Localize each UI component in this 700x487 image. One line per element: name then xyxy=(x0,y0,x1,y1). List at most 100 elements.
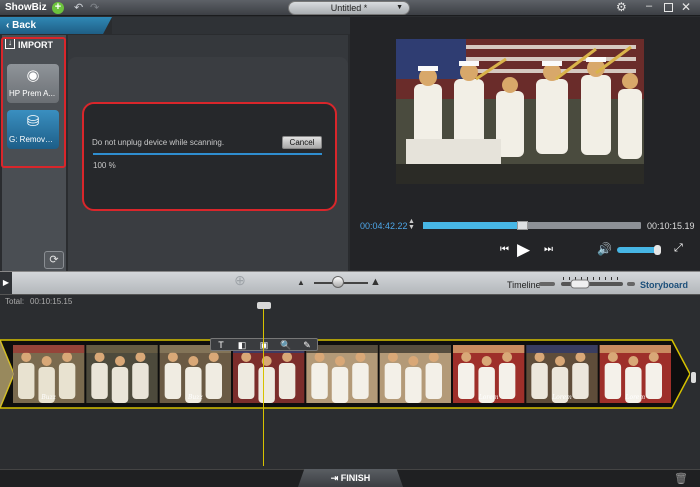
frame-figure xyxy=(111,367,129,403)
frame-caption: Buzz xyxy=(40,394,56,401)
frame-figure-head xyxy=(62,352,73,362)
frame-figure xyxy=(352,363,369,399)
frame-backdrop xyxy=(13,345,85,353)
minimize-icon[interactable]: – xyxy=(646,0,652,12)
frame-figure-head xyxy=(502,352,513,362)
finish-label: FINISH xyxy=(340,473,371,483)
frame-figure xyxy=(405,367,422,403)
frame-backdrop xyxy=(379,345,451,353)
overlay-tool-icon[interactable]: ▣ xyxy=(257,340,271,350)
cancel-button[interactable]: Cancel xyxy=(282,136,322,149)
project-dropdown[interactable]: Untitled * ▼ xyxy=(288,1,410,15)
frame-figure-head xyxy=(167,352,178,362)
frame-figure xyxy=(278,363,296,399)
frame-figure-head xyxy=(188,356,199,366)
frame-figure xyxy=(425,363,442,399)
time-stepper[interactable]: ▲ ▼ xyxy=(408,218,415,231)
frame-figure-head xyxy=(41,356,52,366)
frame-figure-head xyxy=(21,352,32,362)
close-icon[interactable]: ✕ xyxy=(681,0,691,14)
frame-figure xyxy=(645,363,662,399)
frame-backdrop xyxy=(526,345,598,353)
frame-backdrop xyxy=(599,345,671,353)
frame-caption: Buzz xyxy=(187,394,203,401)
scrubber-progress xyxy=(423,222,519,229)
library-toolbar xyxy=(112,17,350,34)
draw-tool-icon[interactable]: ✎ xyxy=(300,340,314,350)
frame-figure-head xyxy=(335,356,345,366)
frame-figure-head xyxy=(428,352,439,362)
trash-icon[interactable]: 🗑 xyxy=(674,472,688,485)
video-track[interactable]: Buzz Buzz Lorem Lorem Lorem xyxy=(0,337,690,411)
back-button[interactable]: ‹ Back xyxy=(0,17,112,34)
frame-figure-head xyxy=(607,352,618,362)
frame-figure-head xyxy=(461,352,472,362)
project-title: Untitled * xyxy=(330,3,368,13)
previous-frame-icon[interactable]: ⏮ xyxy=(500,244,509,255)
total-duration-label: Total: xyxy=(5,297,25,306)
playhead-handle[interactable] xyxy=(257,302,271,309)
timeline-scroll-handle[interactable] xyxy=(691,372,696,383)
frame-caption: Lorem xyxy=(551,394,572,401)
gear-icon[interactable]: ⚙ xyxy=(616,0,627,14)
scan-progress-bar xyxy=(93,153,322,155)
zoom-tool-icon[interactable]: 🔍 xyxy=(279,340,293,350)
refresh-button[interactable]: ⟳ xyxy=(44,251,64,269)
frame-figure-head xyxy=(534,352,545,362)
app-name: ShowBiz xyxy=(5,2,47,13)
redo-icon[interactable]: ↷ xyxy=(90,1,99,14)
frame-figure xyxy=(258,367,275,403)
frame-figure xyxy=(311,363,328,399)
view-mode-toggle[interactable] xyxy=(537,277,635,290)
text-tool-icon[interactable]: T xyxy=(214,340,228,350)
frame-figure-head xyxy=(408,356,419,366)
add-icon[interactable]: + xyxy=(52,2,64,14)
scrubber-handle[interactable] xyxy=(517,221,528,230)
frame-figure xyxy=(531,363,548,399)
add-to-timeline-icon[interactable]: ⊕ xyxy=(229,272,251,290)
frame-figure xyxy=(91,363,108,399)
scanning-dialog xyxy=(82,102,337,211)
next-frame-icon[interactable]: ⏭ xyxy=(544,244,553,255)
back-label: Back xyxy=(12,20,37,31)
maximize-icon[interactable] xyxy=(664,3,673,12)
frame-backdrop xyxy=(453,345,525,353)
finish-button[interactable]: ⇥ FINISH xyxy=(298,469,403,487)
frame-figure-head xyxy=(648,352,659,362)
frame-figure xyxy=(164,363,182,399)
frame-figure xyxy=(384,363,402,399)
frame-figure-head xyxy=(135,352,146,362)
thumbnail-small-icon[interactable]: ▲ xyxy=(297,278,305,287)
thumbnail-large-icon[interactable]: ▲ xyxy=(370,276,381,288)
play-icon[interactable]: ▶ xyxy=(517,240,530,260)
frame-figure-head xyxy=(208,352,219,362)
scan-progress-text: 100 % xyxy=(93,161,116,170)
timeline-view-label[interactable]: Timeline xyxy=(507,280,541,290)
thumbnail-slider-handle[interactable] xyxy=(332,276,344,288)
frame-figure xyxy=(205,363,222,399)
frame-figure xyxy=(572,363,589,399)
volume-handle[interactable] xyxy=(654,245,661,255)
frame-figure-head xyxy=(628,356,639,366)
frame-caption: Lorem xyxy=(478,394,499,401)
fullscreen-icon[interactable]: ⤢ xyxy=(674,242,683,255)
total-time: 00:10:15.19 xyxy=(647,221,695,231)
transition-tool-icon[interactable]: ◧ xyxy=(235,340,249,350)
storyboard-view-label[interactable]: Storyboard xyxy=(640,280,688,290)
volume-slider[interactable] xyxy=(617,247,659,253)
frame-figure xyxy=(18,363,35,399)
frame-figure-head xyxy=(387,352,398,362)
collapse-panel-icon[interactable]: ▶ xyxy=(0,272,12,294)
frame-figure xyxy=(498,363,516,399)
undo-icon[interactable]: ↶ xyxy=(74,1,83,14)
total-duration-value: 00:10:15.15 xyxy=(30,297,73,306)
frame-figure xyxy=(132,363,149,399)
export-icon: ⇥ xyxy=(330,473,341,483)
current-time[interactable]: 00:04:42.22 xyxy=(360,221,408,231)
volume-icon[interactable]: 🔊 xyxy=(597,242,612,256)
frame-figure xyxy=(331,367,349,403)
frame-figure-head xyxy=(314,352,325,362)
frame-figure xyxy=(58,363,76,399)
video-preview[interactable] xyxy=(396,39,644,184)
clip-edit-toolbar: T ◧ ▣ 🔍 ✎ xyxy=(210,338,318,351)
